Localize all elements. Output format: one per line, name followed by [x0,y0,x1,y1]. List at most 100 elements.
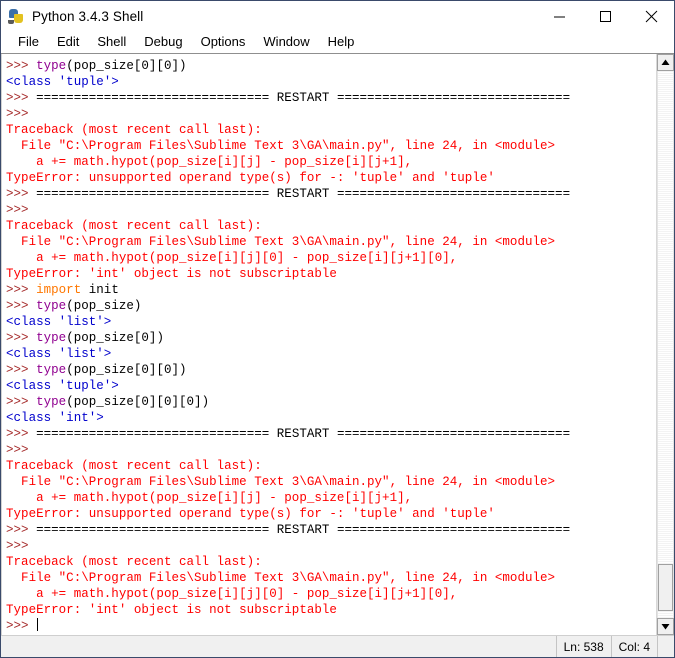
shell-token: =============================== RESTART … [36,427,571,441]
shell-token: <class 'list'> [6,315,112,329]
shell-line: TypeError: unsupported operand type(s) f… [6,170,656,186]
close-icon[interactable] [628,1,674,31]
shell-token: File "C:\Program Files\Sublime Text 3\GA… [6,235,556,249]
shell-token: >>> [6,443,37,457]
shell-token: File "C:\Program Files\Sublime Text 3\GA… [6,571,556,585]
menu-item-debug[interactable]: Debug [135,32,191,52]
shell-token: >>> [6,107,37,121]
scroll-up-arrow-icon[interactable] [657,54,674,71]
shell-token: File "C:\Program Files\Sublime Text 3\GA… [6,139,556,153]
shell-token: a += math.hypot(pop_size[i][j][0] - pop_… [6,587,458,601]
menu-item-window[interactable]: Window [254,32,318,52]
status-bar: Ln: 538 Col: 4 [1,635,674,657]
shell-line: Traceback (most recent call last): [6,554,656,570]
shell-token: type [36,363,67,377]
shell-token: TypeError: unsupported operand type(s) f… [6,507,495,521]
scrollbar-thumb[interactable] [658,564,673,611]
scrollbar-track[interactable] [657,71,674,618]
shell-line: File "C:\Program Files\Sublime Text 3\GA… [6,474,656,490]
shell-line: a += math.hypot(pop_size[i][j] - pop_siz… [6,154,656,170]
shell-line: >>> type(pop_size[0]) [6,330,656,346]
menu-item-shell[interactable]: Shell [88,32,135,52]
shell-token: <class 'tuple'> [6,75,119,89]
shell-line: Traceback (most recent call last): [6,122,656,138]
shell-token: (pop_size[0][0]) [66,59,187,73]
shell-token: type [36,331,67,345]
shell-main: >>> type(pop_size[0][0]) <class 'tuple'> >… [1,53,674,635]
shell-line: File "C:\Program Files\Sublime Text 3\GA… [6,234,656,250]
shell-line: >>> [6,106,656,122]
vertical-scrollbar[interactable] [656,54,674,635]
shell-line: TypeError: unsupported operand type(s) f… [6,506,656,522]
shell-line: >>> [6,618,656,634]
shell-line: a += math.hypot(pop_size[i][j][0] - pop_… [6,586,656,602]
shell-line: >>> [6,538,656,554]
menu-item-options[interactable]: Options [192,32,255,52]
resize-grip-icon[interactable] [657,636,674,657]
shell-token: >>> [6,59,37,73]
window-controls [536,1,674,31]
menu-item-file[interactable]: File [9,32,48,52]
shell-token: TypeError: 'int' object is not subscript… [6,603,337,617]
shell-token: Traceback (most recent call last): [6,459,262,473]
shell-line: >>> [6,202,656,218]
shell-line: >>> [6,442,656,458]
python-logo-icon [8,8,25,25]
shell-token: >>> [6,619,37,633]
menu-item-edit[interactable]: Edit [48,32,88,52]
shell-line: File "C:\Program Files\Sublime Text 3\GA… [6,570,656,586]
shell-line: >>> type(pop_size) [6,298,656,314]
window-title: Python 3.4.3 Shell [32,8,144,24]
shell-token: type [36,299,67,313]
shell-token: type [36,395,67,409]
text-cursor [37,618,39,631]
minimize-icon[interactable] [536,1,582,31]
shell-token: >>> [6,91,37,105]
shell-token: >>> [6,331,37,345]
shell-token: >>> [6,523,37,537]
shell-token: TypeError: 'int' object is not subscript… [6,267,337,281]
shell-token: <class 'list'> [6,347,112,361]
maximize-icon[interactable] [582,1,628,31]
shell-token: =============================== RESTART … [36,91,571,105]
shell-token: Traceback (most recent call last): [6,555,262,569]
shell-output-text[interactable]: >>> type(pop_size[0][0]) <class 'tuple'> >… [1,54,656,635]
status-column-number: Col: 4 [610,636,657,657]
shell-token: type [36,59,67,73]
shell-token: File "C:\Program Files\Sublime Text 3\GA… [6,475,556,489]
shell-token: Traceback (most recent call last): [6,219,262,233]
shell-line: >>> =============================== REST… [6,186,656,202]
shell-token: (pop_size[0][0][0]) [66,395,210,409]
menu-item-help[interactable]: Help [319,32,364,52]
scroll-down-arrow-icon[interactable] [657,618,674,635]
shell-token: a += math.hypot(pop_size[i][j][0] - pop_… [6,251,458,265]
shell-token: >>> [6,283,37,297]
shell-token: TypeError: unsupported operand type(s) f… [6,171,495,185]
shell-line: File "C:\Program Files\Sublime Text 3\GA… [6,138,656,154]
shell-token: a += math.hypot(pop_size[i][j] - pop_siz… [6,491,413,505]
shell-line: a += math.hypot(pop_size[i][j] - pop_siz… [6,490,656,506]
shell-line: >>> type(pop_size[0][0]) [6,362,656,378]
shell-token: <class 'tuple'> [6,379,119,393]
shell-line: <class 'list'> [6,346,656,362]
shell-line: a += math.hypot(pop_size[i][j][0] - pop_… [6,250,656,266]
shell-line: <class 'tuple'> [6,74,656,90]
shell-token: >>> [6,203,37,217]
shell-line: >>> =============================== REST… [6,522,656,538]
shell-token: >>> [6,299,37,313]
shell-token: >>> [6,187,37,201]
status-line-number: Ln: 538 [555,636,611,657]
shell-token: Traceback (most recent call last): [6,123,262,137]
shell-line: Traceback (most recent call last): [6,458,656,474]
shell-token: <class 'int'> [6,411,104,425]
shell-token: a += math.hypot(pop_size[i][j] - pop_siz… [6,155,413,169]
shell-token: (pop_size) [66,299,142,313]
shell-token: init [81,283,119,297]
shell-line: TypeError: 'int' object is not subscript… [6,266,656,282]
shell-token: =============================== RESTART … [36,523,571,537]
title-bar: Python 3.4.3 Shell [1,1,674,31]
shell-line: >>> type(pop_size[0][0]) [6,58,656,74]
shell-token: >>> [6,363,37,377]
idle-shell-window: Python 3.4.3 Shell File Edit Shell Debug… [0,0,675,658]
shell-token: (pop_size[0]) [66,331,164,345]
